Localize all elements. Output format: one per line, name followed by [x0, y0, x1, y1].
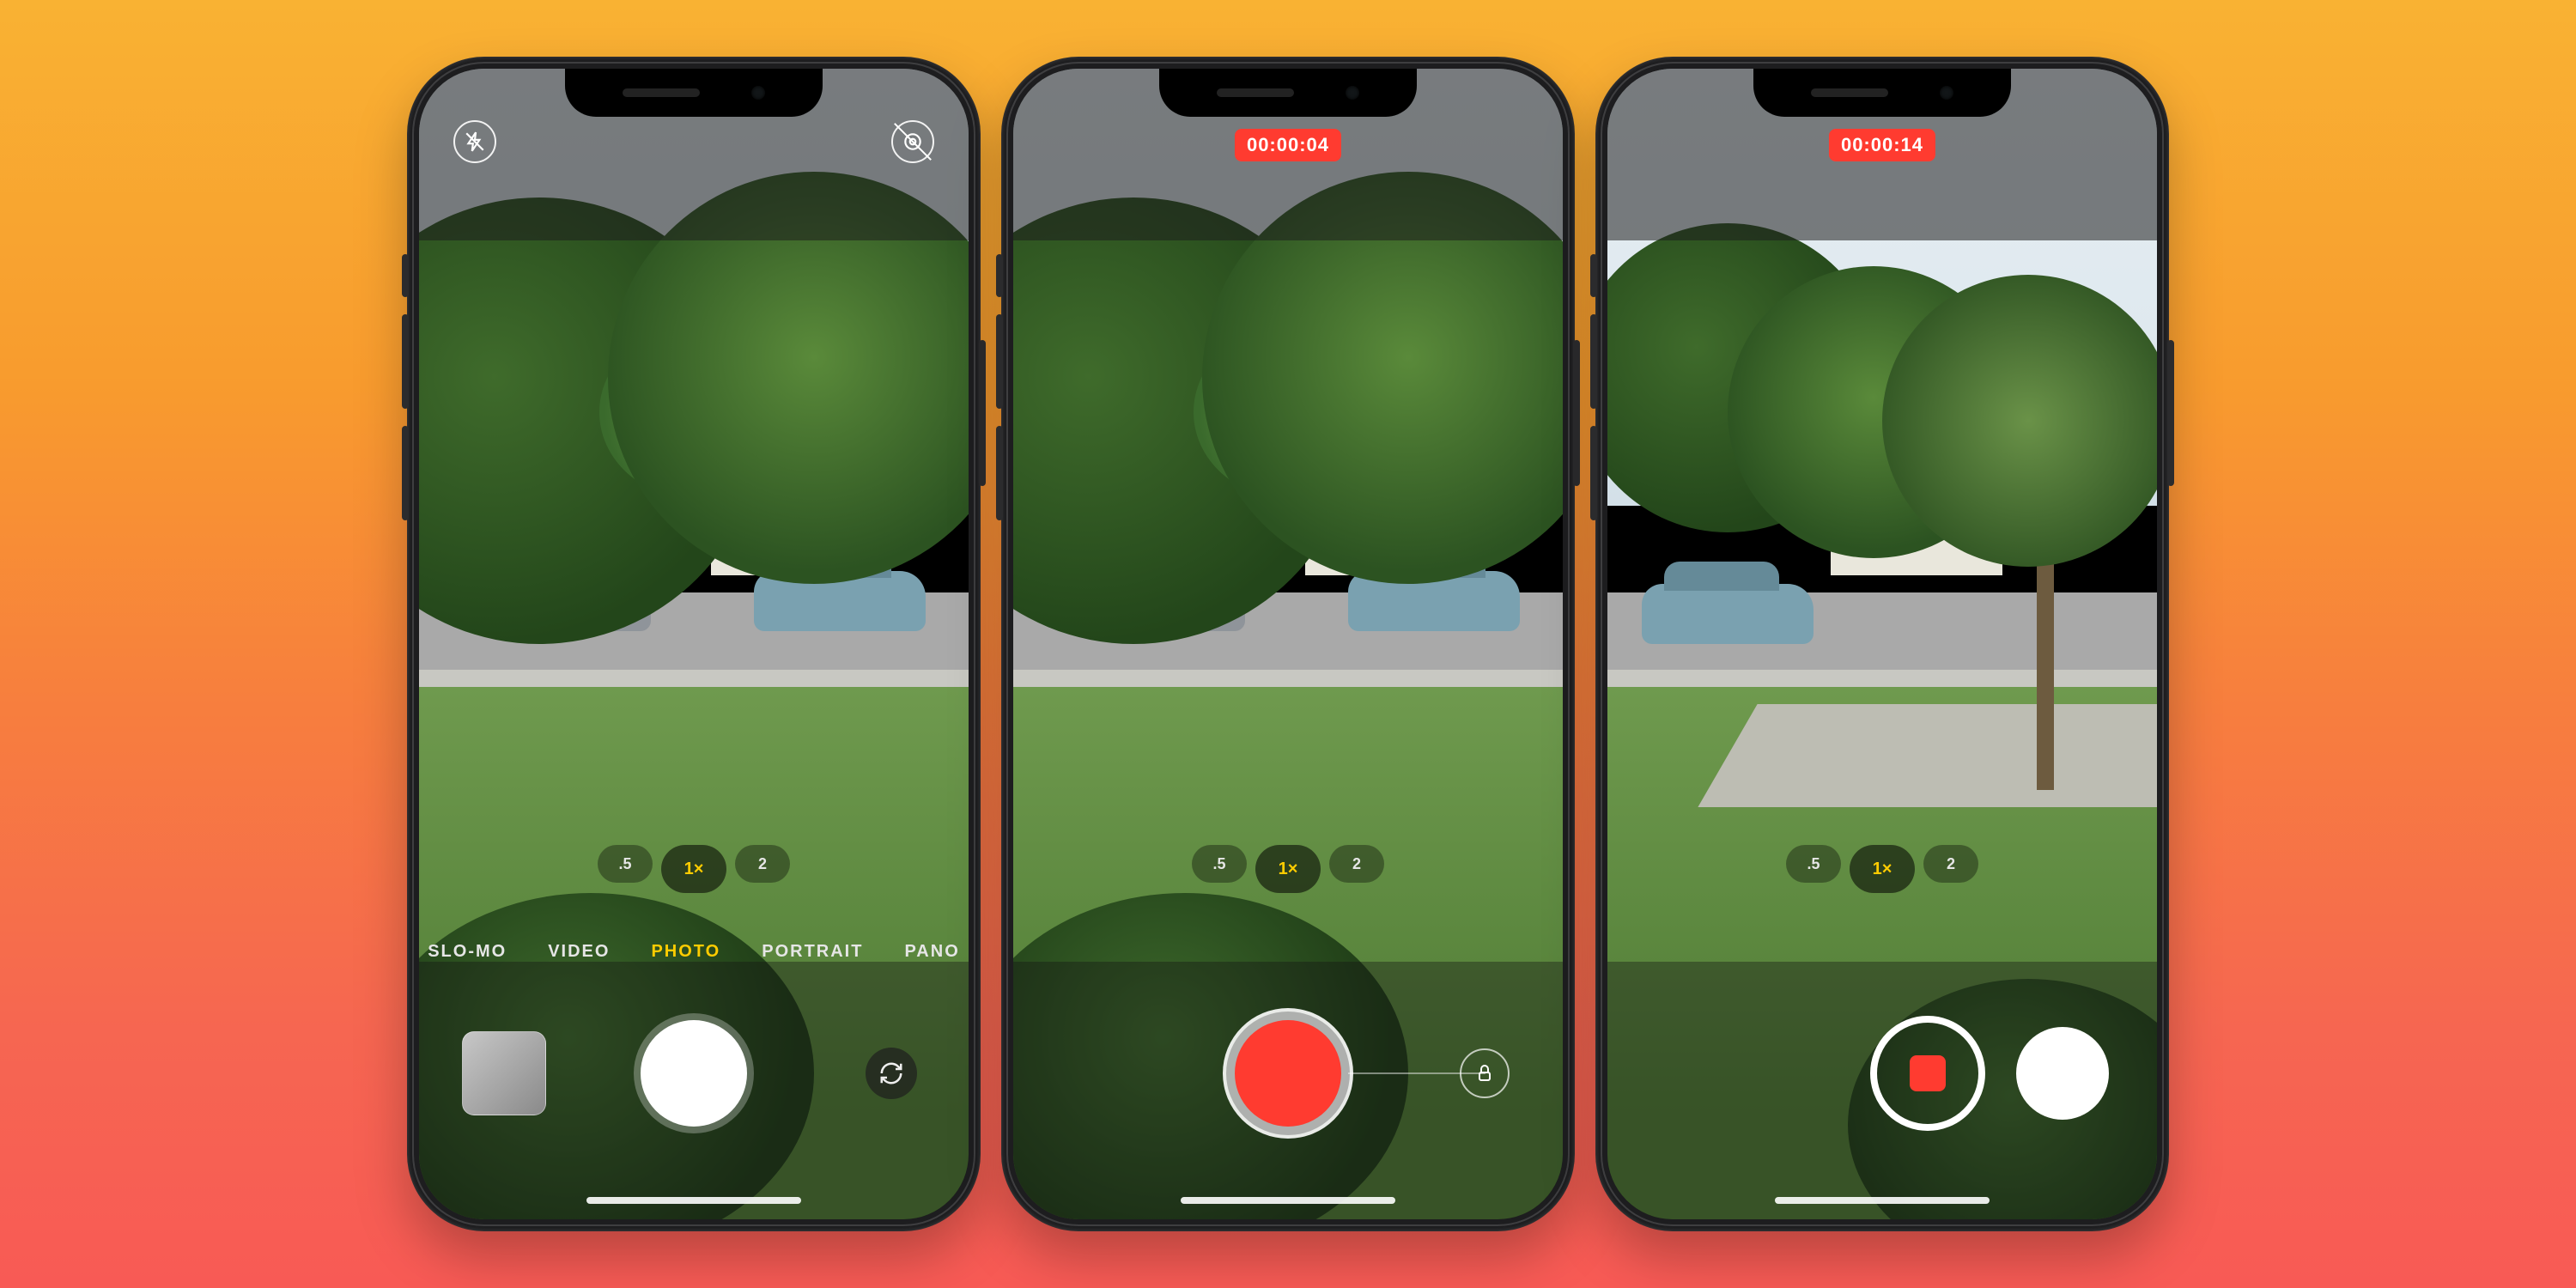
- mode-slomo[interactable]: SLO-MO: [428, 942, 507, 962]
- phone-frame-3: 00:00:14 .5 1× 2: [1595, 57, 2169, 1231]
- mode-pano[interactable]: PANO: [904, 942, 959, 962]
- volume-down-button: [1590, 426, 1597, 520]
- power-button: [2167, 340, 2174, 486]
- phone-screen: 00:00:14 .5 1× 2: [1607, 69, 2157, 1219]
- quicktake-record-button[interactable]: [1235, 1020, 1341, 1127]
- volume-up-button: [402, 314, 409, 409]
- zoom-selector[interactable]: .5 1× 2: [1192, 845, 1384, 893]
- mode-photo[interactable]: PHOTO: [651, 942, 720, 962]
- camera-controls-row: [419, 1005, 969, 1142]
- camera-controls-row: [1607, 1005, 2157, 1142]
- power-button: [1573, 340, 1580, 486]
- notch: [1159, 69, 1417, 117]
- home-indicator[interactable]: [586, 1197, 801, 1204]
- camera-mode-selector[interactable]: SLO-MO VIDEO PHOTO PORTRAIT PANO: [419, 942, 969, 962]
- mute-switch: [402, 254, 409, 297]
- quicktake-lock-icon[interactable]: [1460, 1048, 1510, 1098]
- volume-down-button: [402, 426, 409, 520]
- mode-video[interactable]: VIDEO: [548, 942, 610, 962]
- recording-timer: 00:00:14: [1829, 129, 1935, 161]
- home-indicator[interactable]: [1181, 1197, 1395, 1204]
- phone-screen: 00:00:04 .5 1× 2: [1013, 69, 1563, 1219]
- power-button: [979, 340, 986, 486]
- zoom-option-wide[interactable]: 1×: [1255, 845, 1321, 893]
- recording-timer: 00:00:04: [1235, 129, 1341, 161]
- zoom-option-tele[interactable]: 2: [1923, 845, 1978, 883]
- volume-down-button: [996, 426, 1003, 520]
- zoom-option-tele[interactable]: 2: [735, 845, 790, 883]
- camera-controls-row: [1013, 1005, 1563, 1142]
- mode-portrait[interactable]: PORTRAIT: [762, 942, 863, 962]
- live-photo-toggle-icon[interactable]: [891, 120, 934, 163]
- zoom-option-ultrawide[interactable]: .5: [598, 845, 653, 883]
- mute-switch: [996, 254, 1003, 297]
- shutter-button[interactable]: [641, 1020, 747, 1127]
- notch: [1753, 69, 2011, 117]
- capture-photo-button[interactable]: [2016, 1027, 2109, 1120]
- mute-switch: [1590, 254, 1597, 297]
- zoom-option-ultrawide[interactable]: .5: [1192, 845, 1247, 883]
- home-indicator[interactable]: [1775, 1197, 1990, 1204]
- zoom-option-wide[interactable]: 1×: [661, 845, 726, 893]
- zoom-selector[interactable]: .5 1× 2: [598, 845, 790, 893]
- zoom-option-ultrawide[interactable]: .5: [1786, 845, 1841, 883]
- last-photo-thumbnail[interactable]: [462, 1031, 546, 1115]
- camera-flip-button[interactable]: [866, 1048, 917, 1099]
- phone-screen: .5 1× 2 SLO-MO VIDEO PHOTO PORTRAIT PANO: [419, 69, 969, 1219]
- volume-up-button: [1590, 314, 1597, 409]
- background-gradient: .5 1× 2 SLO-MO VIDEO PHOTO PORTRAIT PANO: [0, 0, 2576, 1288]
- zoom-option-tele[interactable]: 2: [1329, 845, 1384, 883]
- notch: [565, 69, 823, 117]
- phone-frame-2: 00:00:04 .5 1× 2: [1001, 57, 1575, 1231]
- flash-toggle-icon[interactable]: [453, 120, 496, 163]
- zoom-option-wide[interactable]: 1×: [1850, 845, 1915, 893]
- volume-up-button: [996, 314, 1003, 409]
- phone-frame-1: .5 1× 2 SLO-MO VIDEO PHOTO PORTRAIT PANO: [407, 57, 981, 1231]
- stop-record-button[interactable]: [1870, 1016, 1985, 1131]
- zoom-selector[interactable]: .5 1× 2: [1786, 845, 1978, 893]
